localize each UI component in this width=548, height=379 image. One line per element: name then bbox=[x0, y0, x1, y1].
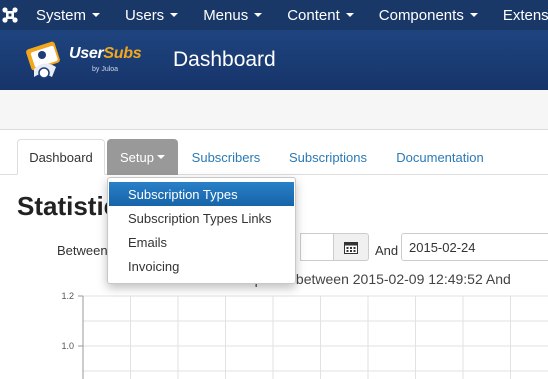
tab-documentation[interactable]: Documentation bbox=[388, 139, 492, 175]
menu-item-label: Users bbox=[125, 6, 165, 24]
tab-subscribers[interactable]: Subscribers bbox=[184, 139, 268, 175]
tab-dashboard[interactable]: Dashboard bbox=[17, 139, 105, 175]
chevron-down-icon bbox=[92, 13, 101, 17]
tab-subscriptions[interactable]: Subscriptions bbox=[280, 139, 376, 175]
chevron-down-icon bbox=[345, 13, 354, 17]
calendar-button[interactable] bbox=[333, 233, 369, 261]
chevron-down-icon bbox=[254, 13, 263, 17]
tab-documentation-label: Documentation bbox=[396, 149, 484, 165]
chart-y-tick-label: 1.0 bbox=[61, 341, 74, 351]
menu-item-menus[interactable]: Menus bbox=[187, 0, 271, 30]
menu-item-label: Extensio bbox=[502, 6, 548, 24]
setup-menu-item-invoicing[interactable]: Invoicing bbox=[108, 254, 295, 278]
subscriptions-chart: 1.2 1.0 bbox=[61, 291, 548, 379]
joomla-logo-icon[interactable] bbox=[0, 0, 20, 30]
menu-item-label: System bbox=[36, 6, 87, 24]
chevron-down-icon bbox=[170, 13, 179, 17]
statistics-heading: Statistic bbox=[17, 191, 119, 221]
menu-item-content[interactable]: Content bbox=[271, 0, 363, 30]
usersubs-logo: UserSubs by Juloa bbox=[22, 37, 152, 83]
logo-brand-user: User bbox=[69, 45, 104, 62]
tab-dashboard-label: Dashboard bbox=[29, 149, 93, 165]
tab-subscribers-label: Subscribers bbox=[191, 149, 261, 165]
menu-item-system[interactable]: System bbox=[20, 0, 109, 30]
usersubs-badge-icon bbox=[26, 41, 60, 79]
date-from-field[interactable] bbox=[300, 233, 335, 261]
and-label: And bbox=[375, 243, 399, 258]
chevron-down-icon bbox=[469, 13, 478, 17]
logo-byline: by Juloa bbox=[92, 66, 119, 73]
chart-y-tick-label: 1.2 bbox=[61, 291, 74, 301]
admin-menubar: System Users Menus Content Components Extensi… bbox=[0, 0, 548, 30]
menu-item-label: Components bbox=[378, 6, 464, 24]
menu-item-users[interactable]: Users bbox=[109, 0, 187, 30]
setup-dropdown-menu: Subscription Types Subscription Types Lin… bbox=[107, 177, 296, 284]
tab-setup-label: Setup bbox=[120, 149, 154, 165]
between-label: Between bbox=[57, 243, 108, 258]
menu-item-label: Content bbox=[287, 6, 340, 24]
toolbar-strip bbox=[0, 90, 548, 130]
setup-menu-item-subscription-types[interactable]: Subscription Types bbox=[109, 182, 294, 206]
date-to-field[interactable] bbox=[401, 233, 548, 261]
logo-brand: UserSubs bbox=[69, 45, 142, 63]
tab-setup[interactable]: Setup bbox=[107, 139, 178, 175]
setup-menu-item-emails[interactable]: Emails bbox=[108, 230, 295, 254]
menu-item-extensio[interactable]: Extensio bbox=[487, 0, 548, 30]
component-tabs: Dashboard Setup Subscribers Subscription… bbox=[0, 139, 548, 175]
header-banner: UserSubs by Juloa Dashboard bbox=[0, 30, 548, 90]
page-title: Dashboard bbox=[173, 48, 276, 71]
chevron-down-icon bbox=[156, 155, 165, 159]
calendar-icon bbox=[344, 241, 358, 254]
tab-subscriptions-label: Subscriptions bbox=[288, 149, 368, 165]
admin-menu: System Users Menus Content Components Extensi… bbox=[20, 0, 548, 30]
logo-brand-subs: Subs bbox=[103, 45, 142, 62]
menu-item-label: Menus bbox=[203, 6, 249, 24]
menu-item-components[interactable]: Components bbox=[363, 0, 487, 30]
setup-menu-item-subscription-types-links[interactable]: Subscription Types Links bbox=[108, 206, 295, 230]
